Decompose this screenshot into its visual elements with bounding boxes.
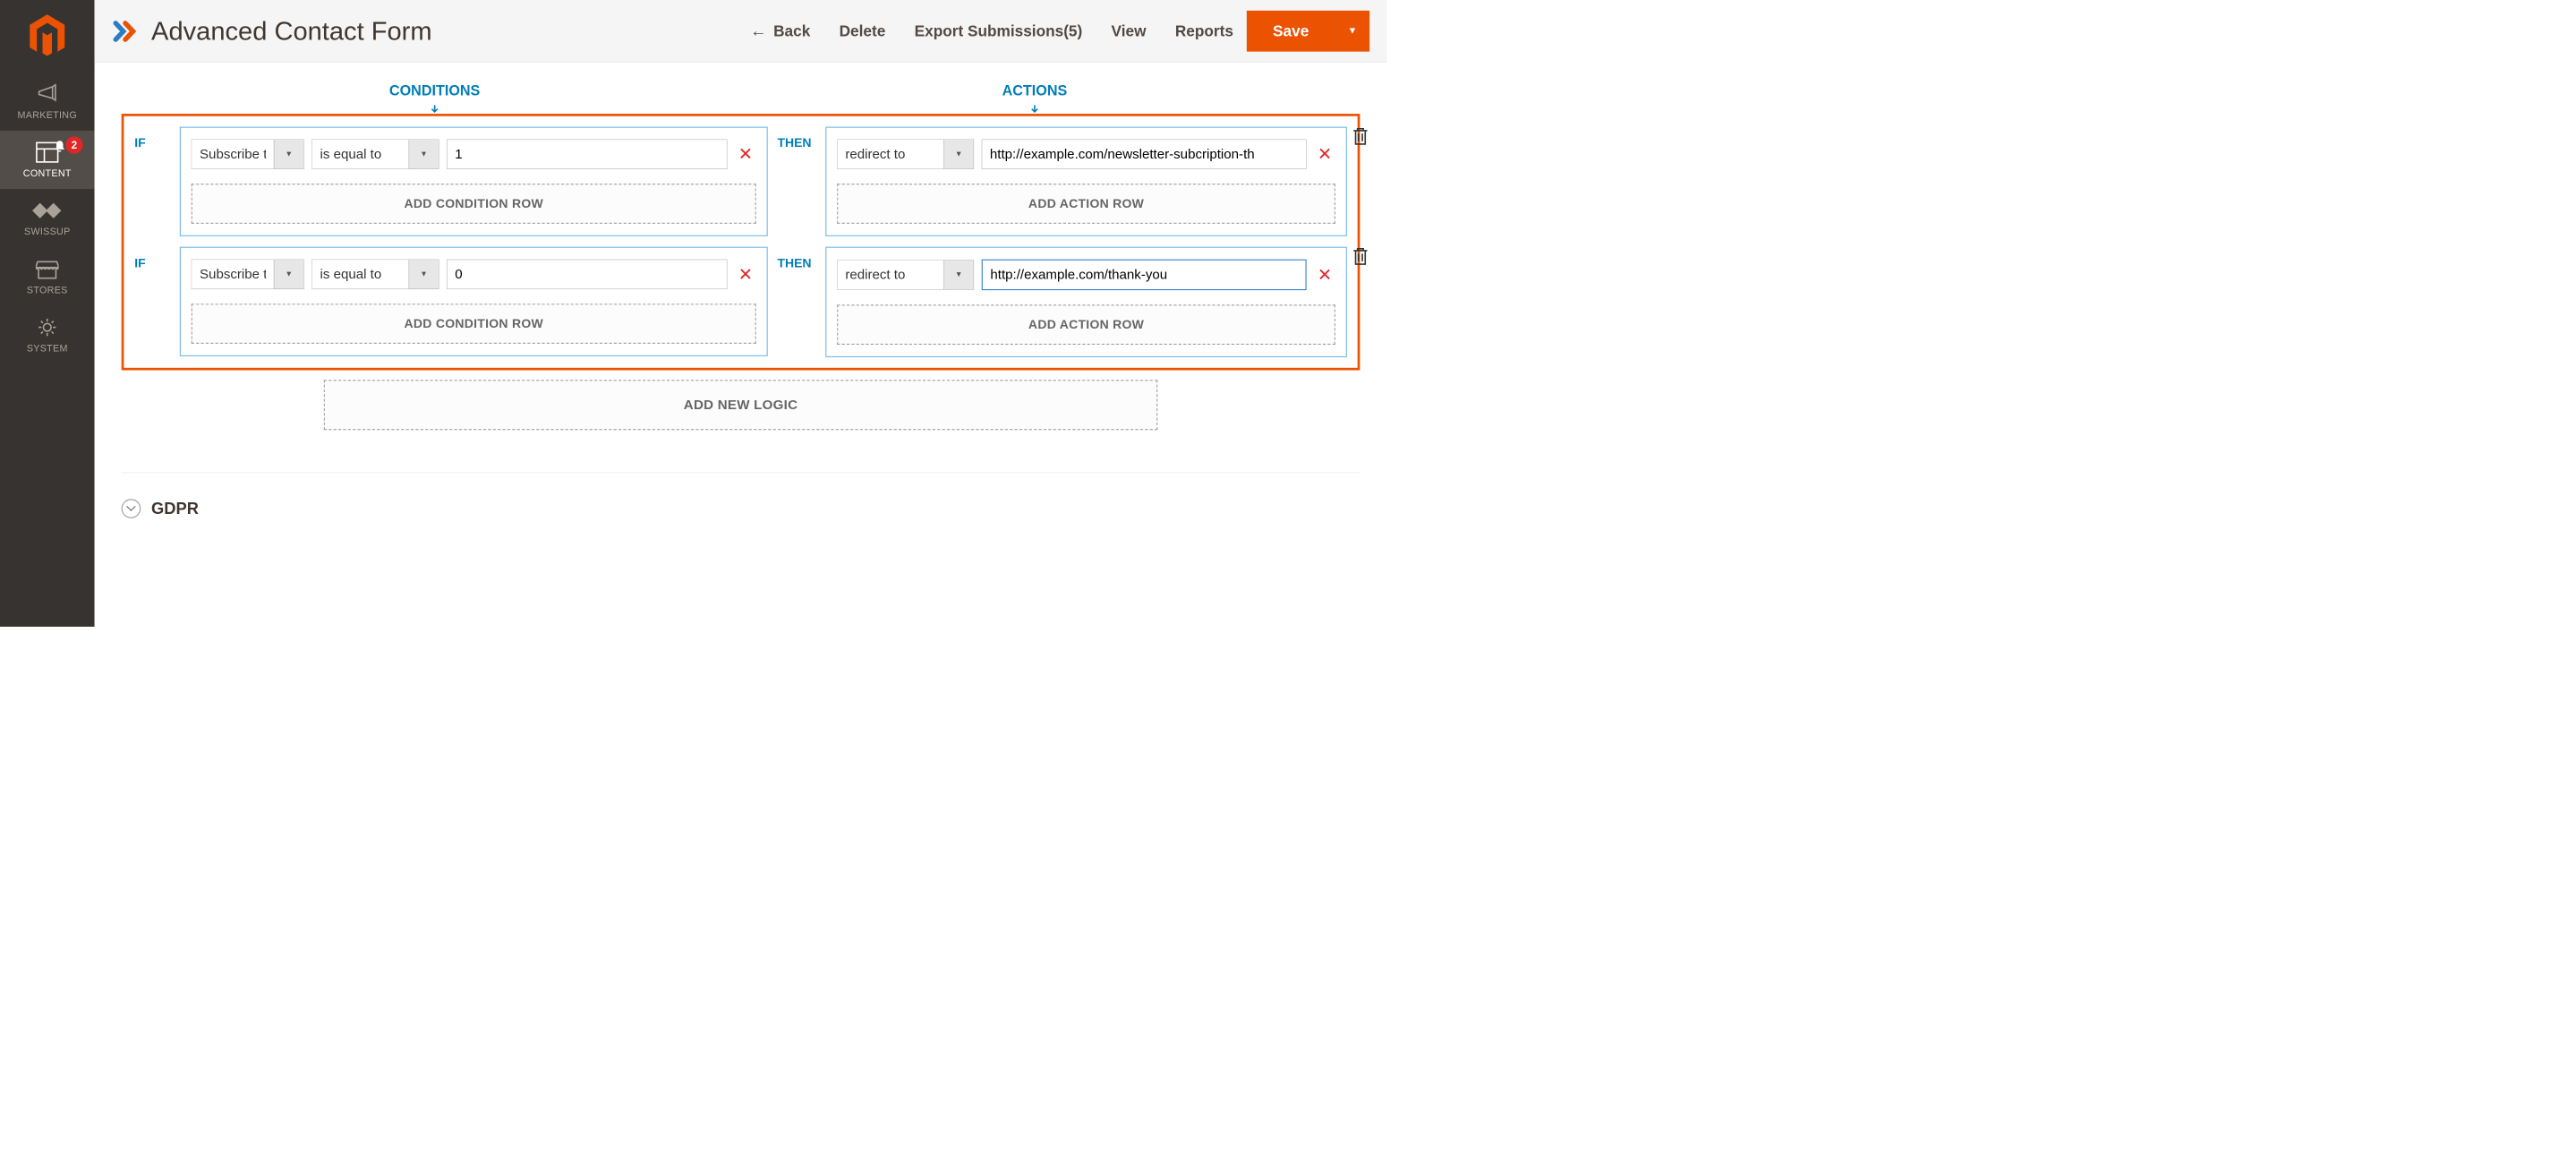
delete-logic-row-button[interactable] xyxy=(1352,126,1369,147)
remove-condition-button[interactable]: ✕ xyxy=(735,264,756,285)
megaphone-icon xyxy=(36,82,58,107)
save-button[interactable]: Save xyxy=(1247,11,1335,52)
add-action-row-button[interactable]: ADD ACTION ROW xyxy=(837,184,1335,224)
add-condition-row-button[interactable]: ADD CONDITION ROW xyxy=(192,184,756,224)
sidebar-item-system[interactable]: SYSTEM xyxy=(0,305,95,364)
swissup-icon xyxy=(32,199,62,223)
chevron-down-icon xyxy=(122,499,141,518)
action-type-input[interactable] xyxy=(838,140,943,168)
gear-icon xyxy=(36,315,58,339)
condition-value-input[interactable] xyxy=(447,140,727,169)
back-label: Back xyxy=(773,22,810,40)
sidebar-item-stores[interactable]: STORES xyxy=(0,247,95,305)
condition-operator-select[interactable]: ▼ xyxy=(311,260,439,289)
sidebar-item-marketing[interactable]: MARKETING xyxy=(0,73,95,131)
sidebar-item-label: STORES xyxy=(27,285,68,295)
condition-field-select[interactable]: ▼ xyxy=(192,140,304,169)
sidebar-item-label: CONTENT xyxy=(23,168,72,179)
logic-rules-container: IF ▼ ▼ ✕ xyxy=(122,114,1361,370)
action-url-input[interactable] xyxy=(982,140,1307,169)
sidebar: MARKETING CONTENT 2 SWISSUP STORES SYSTE… xyxy=(0,0,95,627)
delete-logic-row-button[interactable] xyxy=(1352,246,1369,267)
add-condition-row-button[interactable]: ADD CONDITION ROW xyxy=(192,304,756,344)
chevron-down-icon[interactable]: ▼ xyxy=(274,140,303,168)
page-title: Advanced Contact Form xyxy=(151,16,750,46)
add-new-logic-button[interactable]: ADD NEW LOGIC xyxy=(324,380,1157,430)
remove-condition-button[interactable]: ✕ xyxy=(735,144,756,165)
magento-logo[interactable] xyxy=(0,0,95,73)
chevron-down-icon[interactable]: ▼ xyxy=(274,260,303,288)
notification-badge[interactable]: 2 xyxy=(65,136,82,153)
condition-value-input[interactable] xyxy=(447,260,727,289)
action-type-select[interactable]: ▼ xyxy=(837,140,974,169)
sidebar-item-label: MARKETING xyxy=(18,110,77,121)
remove-action-button[interactable]: ✕ xyxy=(1314,144,1335,165)
chevron-down-icon[interactable]: ▼ xyxy=(943,140,973,168)
then-label: THEN xyxy=(777,127,820,150)
action-column: ▼ ✕ ADD ACTION ROW xyxy=(825,127,1347,236)
arrow-left-icon: ← xyxy=(750,21,766,40)
chevron-down-icon[interactable]: ▼ xyxy=(943,261,973,289)
page-header: Advanced Contact Form ← Back Delete Expo… xyxy=(95,0,1387,63)
action-type-input[interactable] xyxy=(838,261,943,289)
condition-field-input[interactable] xyxy=(192,140,274,168)
view-button[interactable]: View xyxy=(1112,22,1147,40)
logic-row: IF ▼ ▼ ✕ xyxy=(134,127,1347,236)
stores-icon xyxy=(36,257,59,281)
gdpr-section-title: GDPR xyxy=(151,500,199,518)
condition-operator-select[interactable]: ▼ xyxy=(311,140,439,169)
add-action-row-button[interactable]: ADD ACTION ROW xyxy=(837,304,1335,345)
chevron-down-icon: ▼ xyxy=(1348,26,1358,37)
gdpr-section-toggle[interactable]: GDPR xyxy=(122,473,1361,518)
back-button[interactable]: ← Back xyxy=(750,21,810,40)
action-column: ▼ ✕ ADD ACTION ROW xyxy=(825,247,1347,357)
export-submissions-button[interactable]: Export Submissions(5) xyxy=(915,22,1083,40)
actions-column-header: ACTIONS xyxy=(710,83,1361,99)
if-label: IF xyxy=(134,247,175,270)
if-label: IF xyxy=(134,127,175,150)
condition-operator-input[interactable] xyxy=(312,140,409,168)
delete-button[interactable]: Delete xyxy=(840,22,886,40)
page-title-icon xyxy=(112,19,141,43)
condition-field-input[interactable] xyxy=(192,260,274,288)
chevron-down-icon[interactable]: ▼ xyxy=(409,260,439,288)
sidebar-item-content[interactable]: CONTENT 2 xyxy=(0,131,95,189)
action-url-input[interactable] xyxy=(982,260,1307,290)
condition-operator-input[interactable] xyxy=(312,260,409,288)
conditions-column-header: CONDITIONS xyxy=(122,83,710,99)
bell-icon xyxy=(53,140,66,153)
logic-row: IF ▼ ▼ ✕ xyxy=(134,247,1347,357)
sidebar-item-swissup[interactable]: SWISSUP xyxy=(0,189,95,247)
chevron-down-icon[interactable]: ▼ xyxy=(409,140,439,168)
save-button-group: Save ▼ xyxy=(1247,11,1369,52)
action-type-select[interactable]: ▼ xyxy=(837,260,974,289)
reports-button[interactable]: Reports xyxy=(1175,22,1233,40)
condition-column: ▼ ▼ ✕ ADD CONDITION ROW xyxy=(180,127,768,236)
remove-action-button[interactable]: ✕ xyxy=(1314,265,1335,286)
save-dropdown-toggle[interactable]: ▼ xyxy=(1335,11,1369,52)
condition-field-select[interactable]: ▼ xyxy=(192,260,304,289)
then-label: THEN xyxy=(777,247,820,270)
sidebar-item-label: SYSTEM xyxy=(27,343,68,354)
sidebar-item-label: SWISSUP xyxy=(24,227,71,237)
condition-column: ▼ ▼ ✕ ADD CONDITION ROW xyxy=(180,247,768,356)
